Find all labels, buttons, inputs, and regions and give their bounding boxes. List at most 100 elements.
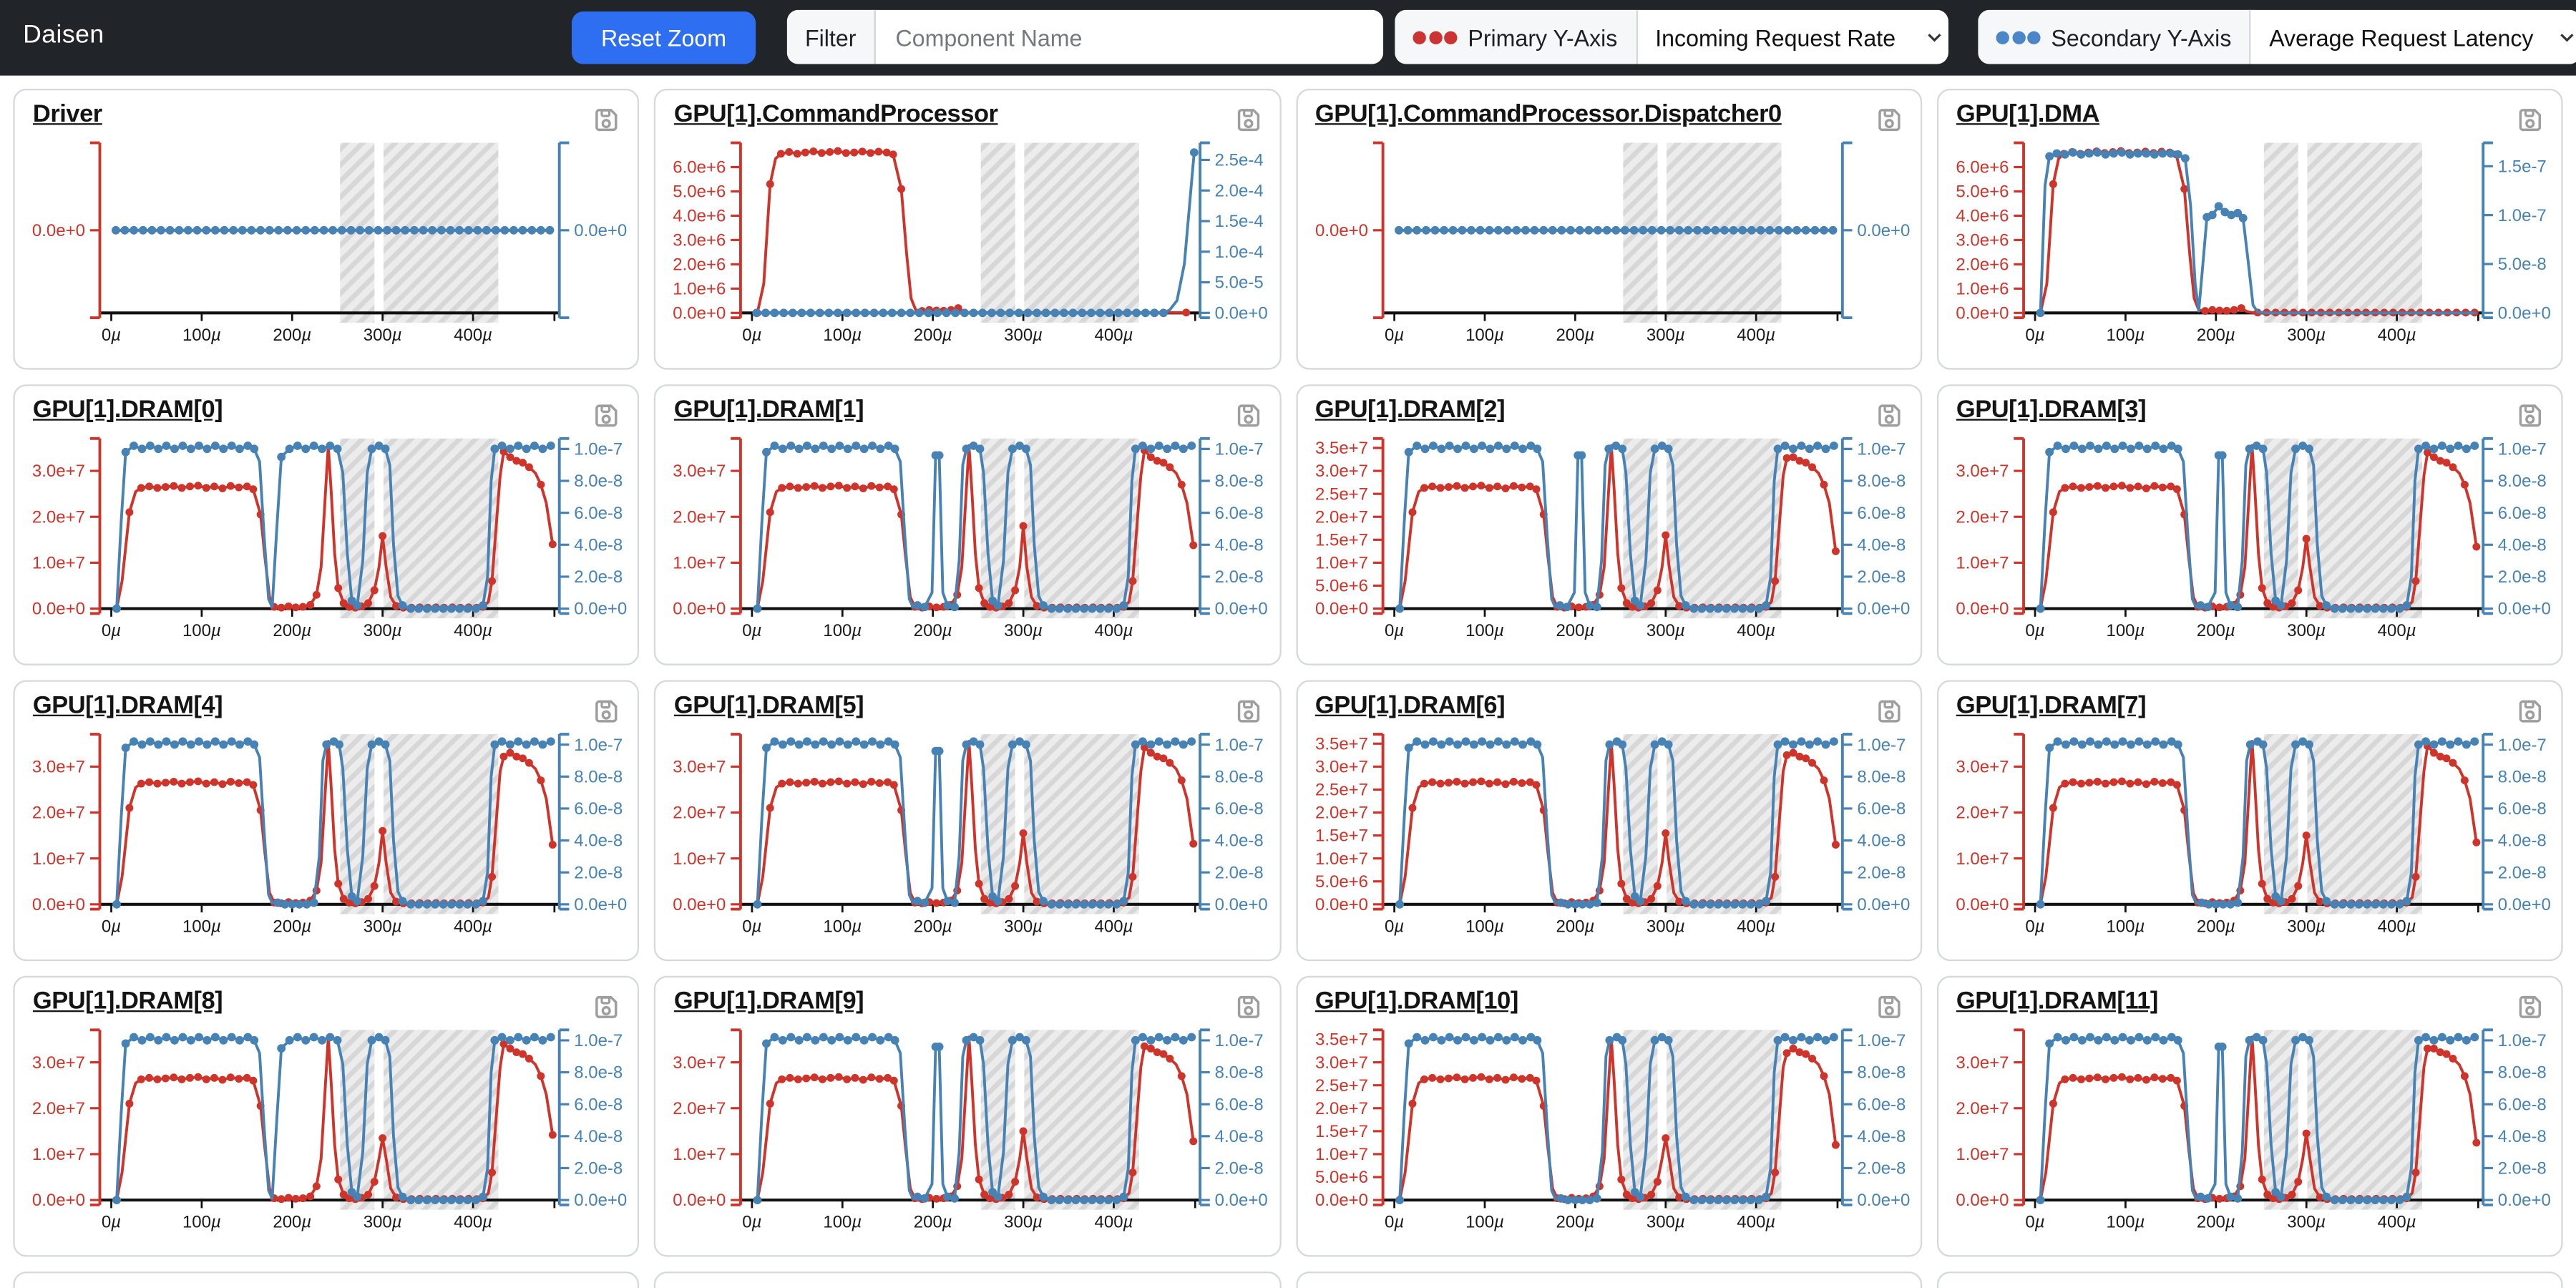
svg-text:6.0e-8: 6.0e-8: [1856, 799, 1905, 819]
svg-text:2.0e-8: 2.0e-8: [1215, 1159, 1264, 1179]
floppy-disk-icon: [595, 700, 618, 723]
save-chart-button[interactable]: [1233, 105, 1262, 135]
save-chart-button[interactable]: [592, 696, 621, 726]
save-chart-button[interactable]: [2515, 401, 2545, 430]
component-title-link[interactable]: GPU[1].DRAM[10]: [1315, 987, 1518, 1015]
svg-text:300µ: 300µ: [1646, 621, 1684, 640]
save-chart-button[interactable]: [2515, 992, 2545, 1022]
svg-text:2.5e+7: 2.5e+7: [1314, 781, 1367, 800]
save-chart-button[interactable]: [2515, 696, 2545, 726]
timeline-chart[interactable]: 0µ 100µ 200µ 300µ 400µ 0.0e+0 1.0e+7 2.0e+7 3.0e…: [15, 723, 638, 960]
svg-text:0.0e+0: 0.0e+0: [1314, 895, 1367, 914]
chart-panel: GPU[1].CommandProcessor 0µ 100µ 200µ 300µ 40…: [654, 88, 1281, 370]
component-title-link[interactable]: GPU[1].CommandProcessor: [674, 100, 998, 128]
svg-text:6.0e-8: 6.0e-8: [2497, 1095, 2546, 1114]
svg-text:1.0e-7: 1.0e-7: [2497, 206, 2546, 225]
timeline-chart[interactable]: 0µ 100µ 200µ 300µ 400µ 0.0e+0 1.0e+7 2.0e+7 3.0e…: [1938, 1018, 2562, 1255]
secondary-axis-label: Secondary Y-Axis: [2051, 24, 2232, 51]
right-y-axis: 0.0e+0 2.0e-8 4.0e-8 6.0e-8 8.0e-8 1.0e-7: [2481, 436, 2550, 619]
chart-panel: GPU[1].CommandProcessor.Dispatcher0 0µ 10…: [1295, 88, 1922, 370]
component-title-link[interactable]: GPU[1].DMA: [1956, 100, 2100, 128]
component-title-link[interactable]: GPU[1].DRAM[8]: [33, 987, 223, 1015]
timeline-chart[interactable]: 0µ 100µ 200µ 300µ 400µ 0.0e+0 1.0e+7 2.0e+7 3.0e…: [1938, 723, 2562, 960]
svg-text:1.0e+7: 1.0e+7: [1314, 849, 1367, 869]
timeline-chart[interactable]: 0µ 100µ 200µ 300µ 400µ 0.0e+0 1.0e+6 2.0e+6 3.0e…: [1938, 132, 2562, 369]
timeline-chart[interactable]: 0µ 100µ 200µ 300µ 400µ 0.0e+0 5.0e+6 1.0e+7 1.5e…: [1297, 723, 1921, 960]
svg-text:400µ: 400µ: [1095, 1213, 1133, 1232]
svg-text:400µ: 400µ: [1095, 326, 1133, 345]
svg-text:300µ: 300µ: [1005, 1213, 1043, 1232]
component-title-link[interactable]: GPU[1].DRAM[1]: [674, 396, 864, 424]
timeline-chart[interactable]: 0µ 100µ 200µ 300µ 400µ 0.0e+0 1.0e+6 2.0e+6 3.0e…: [656, 132, 1279, 369]
secondary-metric-value: Average Request Latency: [2269, 24, 2534, 51]
component-title-link[interactable]: Driver: [33, 100, 102, 128]
shaded-regions: [2263, 142, 2422, 323]
svg-text:2.5e+7: 2.5e+7: [1314, 484, 1367, 504]
chart-panel: GPU[1].DRAM[4] 0µ 100µ 200µ 300µ 400µ 0.0e+0 1…: [13, 680, 640, 962]
save-chart-button[interactable]: [592, 992, 621, 1022]
component-title-link[interactable]: GPU[1].DRAM[2]: [1315, 396, 1506, 424]
timeline-chart[interactable]: 0µ 100µ 200µ 300µ 400µ 0.0e+0 1.0e+7 2.0e+7 3.0e…: [656, 723, 1279, 960]
svg-text:400µ: 400µ: [1736, 917, 1775, 936]
svg-text:200µ: 200µ: [914, 326, 952, 345]
timeline-chart[interactable]: 0µ 100µ 200µ 300µ 400µ 0.0e+0 0.0e+0: [15, 132, 638, 369]
secondary-metric-select[interactable]: Average Request Latency: [2250, 9, 2576, 64]
timeline-chart[interactable]: 0µ 100µ 200µ 300µ 400µ 0.0e+0 5.0e+6 1.0e+7 1.5e…: [1297, 1018, 1921, 1255]
save-chart-button[interactable]: [592, 105, 621, 135]
right-y-axis: 0.0e+0 2.0e-8 4.0e-8 6.0e-8 8.0e-8 1.0e-7: [1840, 1028, 1909, 1210]
svg-text:1.0e+7: 1.0e+7: [1314, 1145, 1367, 1164]
timeline-chart[interactable]: 0µ 100µ 200µ 300µ 400µ 0.0e+0 0.0e+0: [1297, 132, 1921, 369]
svg-text:4.0e-8: 4.0e-8: [574, 1127, 623, 1146]
timeline-chart[interactable]: 0µ 100µ 200µ 300µ 400µ 0.0e+0 1.0e+7 2.0e+7 3.0e…: [656, 427, 1279, 664]
save-chart-button[interactable]: [2515, 105, 2545, 135]
component-name-input[interactable]: [876, 9, 1384, 64]
svg-text:1.5e+7: 1.5e+7: [1314, 826, 1367, 846]
left-y-axis: 0.0e+0: [32, 141, 102, 320]
floppy-disk-icon: [595, 404, 618, 427]
reset-zoom-button[interactable]: Reset Zoom: [571, 11, 756, 64]
timeline-chart[interactable]: 0µ 100µ 200µ 300µ 400µ 0.0e+0 1.0e+7 2.0e+7 3.0e…: [1938, 427, 2562, 664]
svg-text:1.5e-7: 1.5e-7: [2497, 157, 2546, 177]
top-navbar: Daisen Reset Zoom Filter Primary Y-Axis …: [0, 0, 2576, 76]
component-title-link[interactable]: GPU[1].DRAM[0]: [33, 396, 223, 424]
svg-text:2.0e+7: 2.0e+7: [673, 507, 726, 527]
svg-text:5.0e+6: 5.0e+6: [1956, 182, 2009, 202]
component-title-link[interactable]: GPU[1].DRAM[11]: [1956, 987, 2159, 1015]
svg-text:200µ: 200µ: [1555, 917, 1594, 936]
component-title-link[interactable]: GPU[1].DRAM[9]: [674, 987, 864, 1015]
svg-text:0.0e+0: 0.0e+0: [574, 221, 627, 240]
timeline-chart[interactable]: 0µ 100µ 200µ 300µ 400µ 0.0e+0 1.0e+7 2.0e+7 3.0e…: [15, 1018, 638, 1255]
save-chart-button[interactable]: [592, 401, 621, 430]
component-title-link[interactable]: GPU[1].DRAM[7]: [1956, 692, 2147, 720]
save-chart-button[interactable]: [1233, 696, 1262, 726]
component-title-link[interactable]: GPU[1].DRAM[5]: [674, 692, 864, 720]
svg-text:0µ: 0µ: [2025, 917, 2044, 936]
chart-panel: GPU[1].DRAM[2] 0µ 100µ 200µ 300µ 400µ 0.0e+0 5…: [1295, 384, 1922, 665]
timeline-chart[interactable]: 0µ 100µ 200µ 300µ 400µ 0.0e+0 1.0e+7 2.0e+7 3.0e…: [15, 427, 638, 664]
svg-text:4.0e-8: 4.0e-8: [1215, 831, 1264, 851]
save-chart-button[interactable]: [1874, 696, 1903, 726]
timeline-chart[interactable]: 0µ 100µ 200µ 300µ 400µ 0.0e+0 1.0e+7 2.0e+7 3.0e…: [656, 1018, 1279, 1255]
component-title-link[interactable]: GPU[1].DRAM[3]: [1956, 396, 2147, 424]
svg-text:6.0e-8: 6.0e-8: [1215, 799, 1264, 819]
save-chart-button[interactable]: [1874, 401, 1903, 430]
svg-text:3.0e+7: 3.0e+7: [673, 1053, 726, 1073]
component-title-link[interactable]: GPU[1].CommandProcessor.Dispatcher0: [1315, 100, 1782, 128]
save-chart-button[interactable]: [1874, 105, 1903, 135]
primary-metric-select[interactable]: Incoming Request Rate: [1636, 9, 1948, 64]
svg-text:1.0e+7: 1.0e+7: [1956, 1145, 2009, 1164]
component-title-link[interactable]: GPU[1].DRAM[4]: [33, 692, 223, 720]
svg-text:2.0e+7: 2.0e+7: [32, 804, 85, 823]
right-y-axis: 0.0e+0 2.0e-8 4.0e-8 6.0e-8 8.0e-8 1.0e-7: [557, 733, 627, 914]
save-chart-button[interactable]: [1233, 992, 1262, 1022]
save-chart-button[interactable]: [1233, 401, 1262, 430]
svg-text:8.0e-8: 8.0e-8: [1215, 1063, 1264, 1083]
save-chart-button[interactable]: [1874, 992, 1903, 1022]
svg-text:1.0e-7: 1.0e-7: [2497, 1031, 2546, 1050]
component-title-link[interactable]: GPU[1].DRAM[6]: [1315, 692, 1506, 720]
timeline-chart[interactable]: 0µ 100µ 200µ 300µ 400µ 0.0e+0 5.0e+6 1.0e+7 1.5e…: [1297, 427, 1921, 664]
svg-text:0.0e+0: 0.0e+0: [2497, 895, 2550, 914]
svg-text:400µ: 400µ: [2377, 917, 2416, 936]
svg-text:0.0e+0: 0.0e+0: [1215, 304, 1268, 323]
svg-text:0µ: 0µ: [743, 1213, 762, 1232]
